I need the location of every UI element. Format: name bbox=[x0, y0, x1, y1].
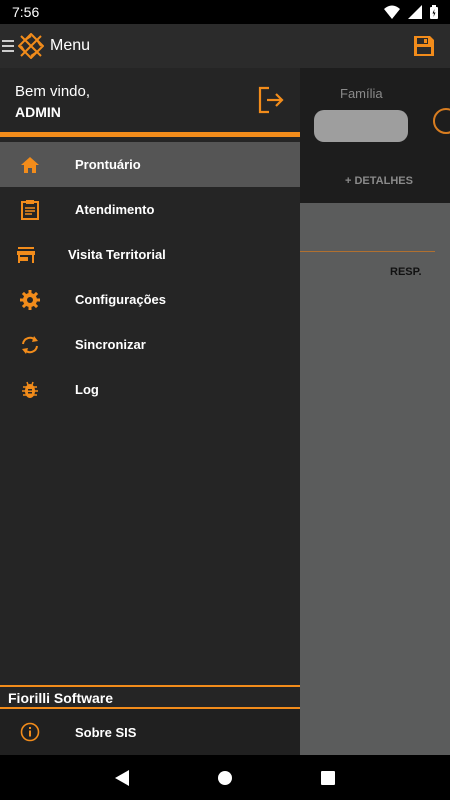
recents-square-icon bbox=[321, 770, 336, 785]
menu-item-label: Atendimento bbox=[75, 202, 155, 217]
hamburger-icon[interactable] bbox=[2, 40, 14, 52]
drawer-divider bbox=[0, 132, 300, 137]
brand-label: Fiorilli Software bbox=[8, 690, 114, 706]
menu-item-log[interactable]: Log bbox=[0, 367, 300, 412]
menu-item-sobre-sis[interactable]: Sobre SIS bbox=[0, 709, 300, 755]
menu-item-label: Log bbox=[75, 382, 99, 397]
home-button[interactable] bbox=[215, 768, 235, 788]
menu-item-label: Visita Territorial bbox=[68, 247, 166, 262]
clipboard-icon bbox=[21, 199, 39, 220]
menu-item-visita-territorial[interactable]: Visita Territorial bbox=[0, 232, 300, 277]
sync-icon bbox=[22, 335, 38, 354]
menu-item-label: Prontuário bbox=[75, 157, 141, 172]
status-bar: 7:56 bbox=[0, 0, 450, 24]
resp-label: RESP. bbox=[390, 266, 422, 278]
back-triangle-icon bbox=[114, 769, 129, 786]
info-icon bbox=[20, 722, 40, 742]
menu-list: Prontuário Atendimento Visita Territoria… bbox=[0, 142, 300, 412]
navigation-drawer: Bem vindo, ADMIN Prontuário Atendimento bbox=[0, 68, 300, 755]
back-button[interactable] bbox=[112, 768, 132, 788]
app-bar: Menu bbox=[0, 24, 450, 68]
menu-item-sincronizar[interactable]: Sincronizar bbox=[0, 322, 300, 367]
bug-icon bbox=[22, 381, 38, 398]
system-nav-bar bbox=[0, 755, 450, 800]
recents-button[interactable] bbox=[318, 768, 338, 788]
menu-item-atendimento[interactable]: Atendimento bbox=[0, 187, 300, 232]
menu-item-prontuario[interactable]: Prontuário bbox=[0, 142, 300, 187]
familia-field[interactable] bbox=[314, 110, 408, 142]
drawer-header: Bem vindo, ADMIN bbox=[0, 68, 300, 132]
logout-icon[interactable] bbox=[258, 86, 284, 114]
menu-item-label: Sobre SIS bbox=[75, 724, 137, 740]
familia-label: Família bbox=[340, 86, 383, 101]
drawer-footer: Fiorilli Software Sobre SIS bbox=[0, 685, 300, 755]
battery-icon bbox=[430, 5, 438, 19]
status-time: 7:56 bbox=[12, 4, 40, 20]
save-icon[interactable] bbox=[412, 34, 436, 58]
menu-item-label: Configurações bbox=[75, 292, 167, 307]
gear-icon bbox=[20, 289, 40, 310]
menu-item-label: Sincronizar bbox=[75, 337, 146, 352]
home-circle-icon bbox=[217, 770, 232, 785]
app-title: Menu bbox=[50, 37, 91, 54]
home-icon bbox=[21, 156, 39, 173]
background-divider bbox=[300, 251, 435, 252]
wifi-icon bbox=[384, 5, 400, 19]
menu-item-configuracoes[interactable]: Configurações bbox=[0, 277, 300, 322]
app-logo-icon bbox=[18, 33, 44, 59]
detalhes-button[interactable]: + DETALHES bbox=[345, 175, 413, 187]
store-icon bbox=[17, 246, 35, 263]
signal-icon bbox=[408, 5, 422, 19]
